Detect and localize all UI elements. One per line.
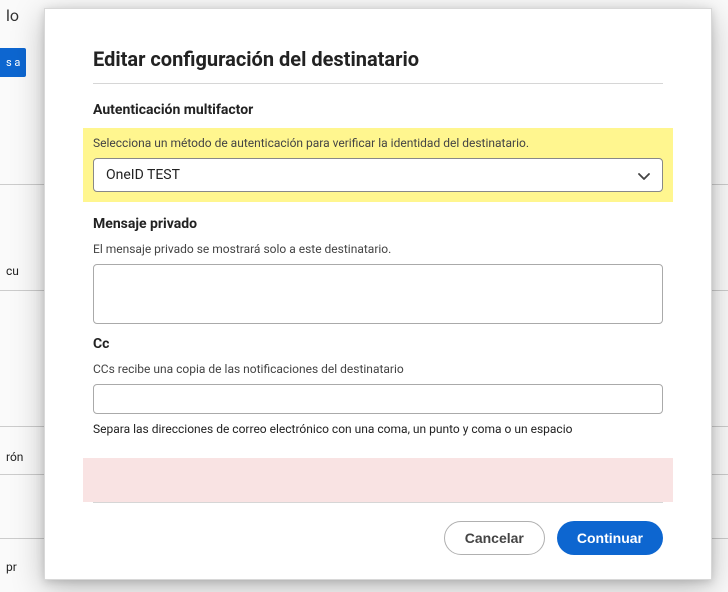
continue-button[interactable]: Continuar [557,521,663,555]
bg-label-ron: rón [6,450,23,464]
bg-partial-text: lo [6,6,19,25]
cc-heading: Cc [93,336,663,352]
private-message-heading: Mensaje privado [93,216,663,232]
cc-helper: CCs recibe una copia de las notificacion… [93,362,663,376]
private-message-input[interactable] [93,264,663,324]
mfa-helper-text: Selecciona un método de autenticación pa… [93,136,663,150]
chevron-down-icon [638,166,650,185]
cancel-button[interactable]: Cancelar [444,521,545,555]
footer-divider [93,502,663,503]
modal-footer: Cancelar Continuar [93,521,663,555]
modal-title: Editar configuración del destinatario [93,47,663,71]
mfa-method-value: OneID TEST [106,167,180,183]
redacted-block [83,458,673,502]
cc-section: Cc CCs recibe una copia de las notificac… [93,336,663,436]
bg-label-cu: cu [6,264,19,278]
edit-recipient-settings-modal: Editar configuración del destinatario Au… [44,8,712,580]
private-message-section: Mensaje privado El mensaje privado se mo… [93,216,663,328]
cc-input[interactable] [93,384,663,414]
private-message-helper: El mensaje privado se mostrará solo a es… [93,242,663,256]
cc-hint: Separa las direcciones de correo electró… [93,422,663,436]
bg-label-pr: pr [6,560,17,574]
title-divider [93,83,663,84]
mfa-highlight-block: Selecciona un método de autenticación pa… [83,128,673,202]
mfa-method-dropdown[interactable]: OneID TEST [93,158,663,192]
mfa-heading: Autenticación multifactor [93,102,663,118]
bg-blue-button[interactable]: s a [0,48,26,77]
